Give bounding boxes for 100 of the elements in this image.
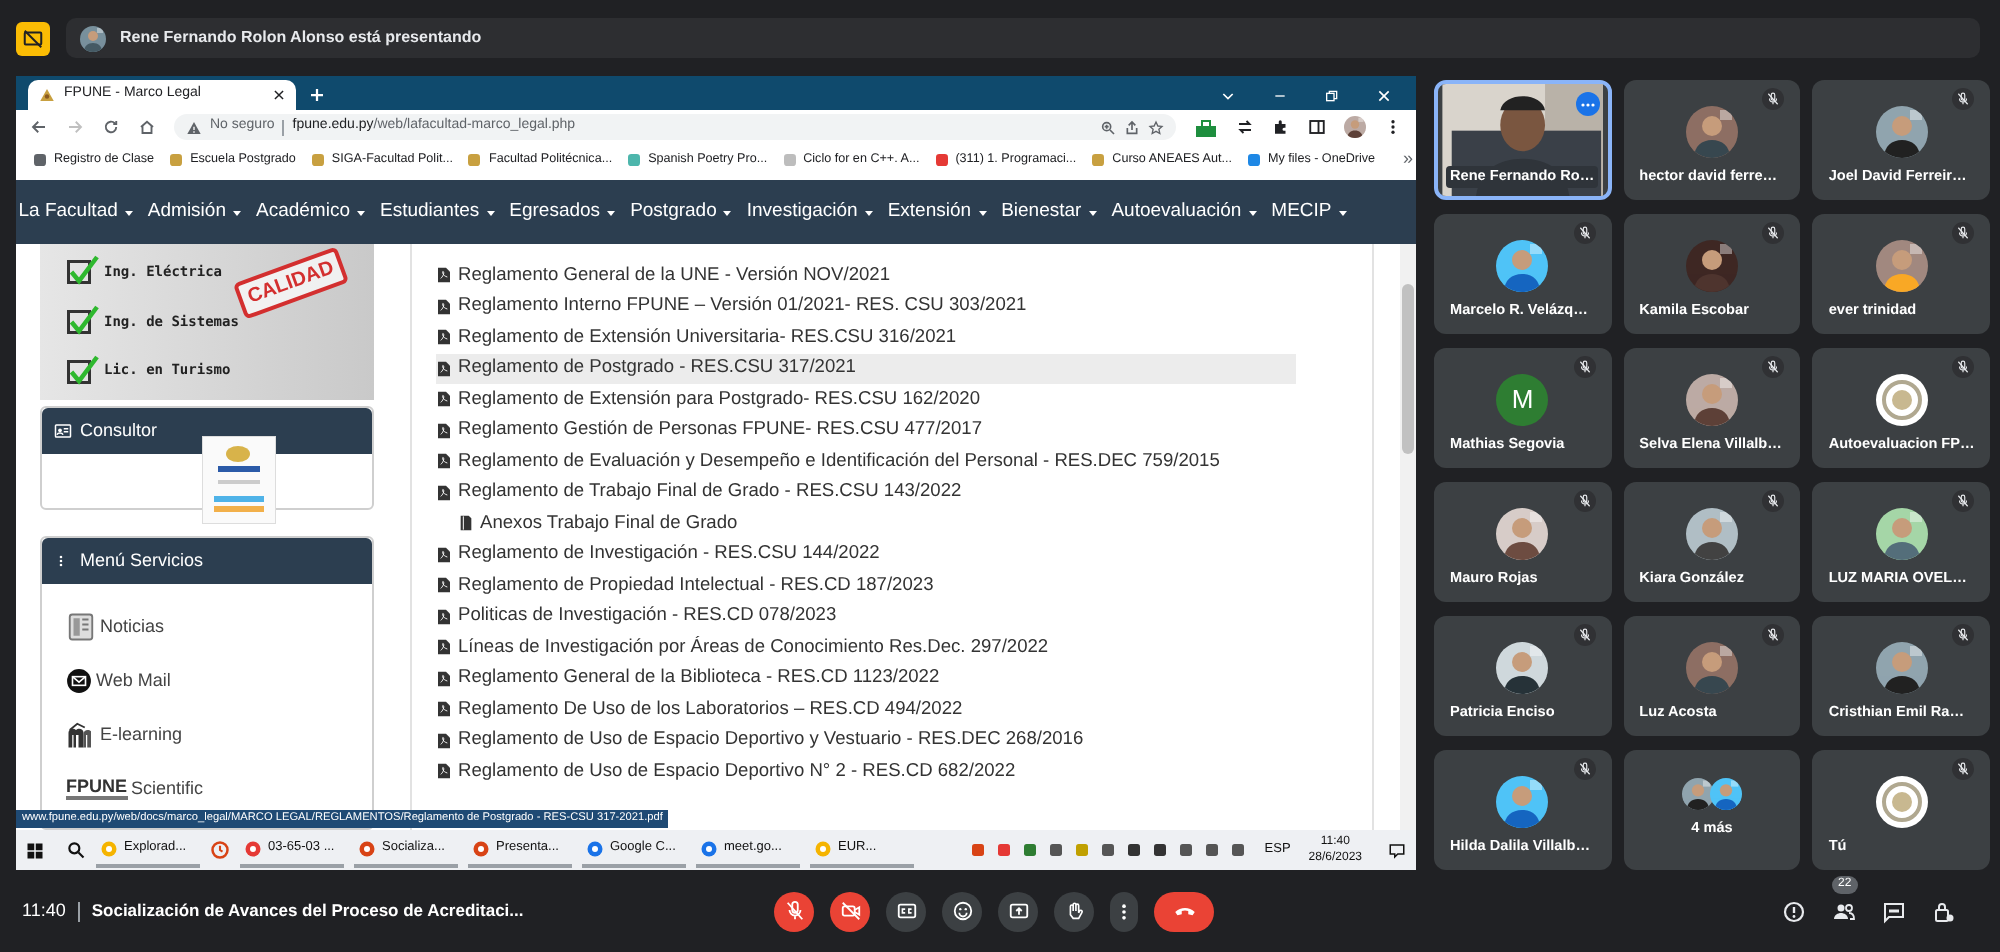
pdf-file-icon bbox=[436, 700, 452, 719]
nav-menu-item[interactable]: Académico bbox=[255, 197, 366, 227]
document-link[interactable]: Reglamento de Extensión Universitaria- RES.CSU 316/2021 bbox=[436, 322, 1296, 353]
nav-menu-item[interactable]: La Facultad bbox=[18, 197, 134, 227]
camera-button[interactable] bbox=[830, 891, 870, 931]
new-tab-icon[interactable] bbox=[308, 86, 326, 104]
document-link[interactable]: Líneas de Investigación por Áreas de Conocimiento Res.Dec. 297/2022 bbox=[436, 632, 1296, 663]
document-link[interactable]: Reglamento Interno FPUNE – Versión 01/2021- RES. CSU 303/2021 bbox=[436, 291, 1296, 322]
nav-menu-item[interactable]: Admisión bbox=[147, 197, 242, 227]
pdf-file-icon bbox=[436, 359, 452, 378]
service-link[interactable]: Web Mail bbox=[66, 664, 372, 698]
document-link[interactable]: Reglamento de Propiedad Intelectual - RES.CD 187/2023 bbox=[436, 570, 1296, 601]
scrollbar[interactable] bbox=[1400, 244, 1416, 830]
search-icon[interactable] bbox=[66, 840, 86, 860]
reload-icon[interactable] bbox=[102, 118, 120, 136]
side-panel-icon[interactable] bbox=[1308, 118, 1326, 136]
people-icon bbox=[1832, 899, 1856, 923]
camera-off-icon bbox=[839, 900, 861, 922]
meeting-time: 11:40 bbox=[22, 897, 66, 924]
document-link[interactable]: Reglamento de Extensión para Postgrado- RES.CSU 162/2020 bbox=[436, 384, 1296, 415]
document-link[interactable]: Reglamento Gestión de Personas FPUNE- RES.CSU 477/2017 bbox=[436, 415, 1296, 446]
nav-menu-item[interactable]: Postgrado bbox=[630, 197, 733, 227]
host-controls-button[interactable] bbox=[1930, 897, 1958, 925]
pdf-file-icon bbox=[436, 762, 452, 781]
pdf-file-icon bbox=[436, 328, 452, 347]
graduation-cap-icon bbox=[66, 720, 96, 750]
nav-menu-item[interactable]: Investigación bbox=[746, 197, 874, 227]
document-link[interactable]: Politicas de Investigación - RES.CD 078/2023 bbox=[436, 601, 1296, 632]
reactions-button[interactable] bbox=[942, 891, 982, 931]
emblem-icon bbox=[1875, 776, 1928, 828]
extensions-icon[interactable] bbox=[1272, 118, 1290, 136]
captions-button[interactable] bbox=[886, 891, 926, 931]
document-link[interactable]: Anexos Trabajo Final de Grado bbox=[436, 508, 1296, 539]
bookmarks-overflow[interactable]: » bbox=[1403, 146, 1416, 174]
more-icon bbox=[1579, 101, 1596, 107]
more-options-button[interactable] bbox=[1110, 891, 1138, 931]
service-link[interactable]: Noticias bbox=[66, 610, 372, 644]
avatar: M bbox=[1496, 374, 1549, 426]
favicon-icon bbox=[466, 152, 483, 168]
favicon-icon bbox=[1090, 152, 1107, 168]
nav-menu-item[interactable]: Bienestar bbox=[1001, 197, 1098, 227]
document-link[interactable]: Reglamento de Postgrado - RES.CSU 317/2021 bbox=[436, 353, 1296, 384]
document-link[interactable]: Reglamento de Evaluación y Desempeño e Identificación del Personal - RES.DEC 759/2015 bbox=[436, 446, 1296, 477]
file-icon bbox=[458, 514, 474, 533]
close-tab-icon[interactable] bbox=[272, 88, 286, 102]
service-link[interactable]: FPUNE Scientific bbox=[66, 772, 372, 806]
notification-icon[interactable] bbox=[1388, 841, 1406, 859]
pdf-file-icon bbox=[436, 576, 452, 595]
presenter-text: Rene Fernando Rolon Alonso está presentando bbox=[120, 26, 482, 50]
presentation-button[interactable] bbox=[16, 21, 50, 55]
info-button[interactable] bbox=[1780, 897, 1808, 925]
document-link[interactable]: Reglamento de Uso de Espacio Deportivo y Vestuario - RES.DEC 268/2016 bbox=[436, 725, 1296, 756]
share-icon[interactable] bbox=[1124, 119, 1140, 135]
restore-icon[interactable] bbox=[1324, 87, 1340, 103]
pdf-file-icon bbox=[436, 421, 452, 440]
pdf-file-icon bbox=[436, 638, 452, 657]
screen-share-off-icon bbox=[22, 27, 44, 49]
newspaper-icon bbox=[66, 612, 96, 642]
pdf-file-icon bbox=[436, 483, 452, 502]
document-link[interactable]: Reglamento de Investigación - RES.CSU 144/2022 bbox=[436, 539, 1296, 570]
zoom-icon[interactable] bbox=[1100, 119, 1116, 135]
favicon-icon bbox=[32, 152, 48, 168]
favicon-icon bbox=[781, 152, 798, 168]
microphone-button[interactable] bbox=[774, 891, 814, 931]
document-link[interactable]: Reglamento de Uso de Espacio Deportivo N° 2 - RES.CD 682/2022 bbox=[436, 756, 1296, 787]
nav-menu-item[interactable]: MECIP bbox=[1271, 197, 1348, 227]
close-icon[interactable] bbox=[1376, 87, 1392, 103]
pdf-file-icon bbox=[436, 731, 452, 750]
pdf-file-icon bbox=[436, 669, 452, 688]
leave-call-button[interactable] bbox=[1154, 891, 1214, 931]
swap-icon[interactable] bbox=[1236, 118, 1254, 136]
document-link[interactable]: Reglamento De Uso de los Laboratorios – RES.CD 494/2022 bbox=[436, 694, 1296, 725]
document-link[interactable]: Reglamento de Trabajo Final de Grado - RES.CSU 143/2022 bbox=[436, 477, 1296, 508]
nav-menu-item[interactable]: Estudiantes bbox=[379, 197, 496, 227]
star-icon[interactable] bbox=[1148, 119, 1164, 135]
nav-menu-item[interactable]: Extensión bbox=[887, 197, 988, 227]
favicon-icon bbox=[38, 86, 56, 104]
chat-button[interactable] bbox=[1880, 897, 1908, 925]
present-button[interactable] bbox=[998, 891, 1038, 931]
meeting-title: Socialización de Avances del Proceso de Acreditaci... bbox=[91, 898, 524, 924]
pdf-file-icon bbox=[436, 297, 452, 316]
app-icon bbox=[244, 839, 262, 857]
extension-icon[interactable] bbox=[1194, 117, 1218, 137]
id-card-icon bbox=[54, 422, 72, 440]
app-icon bbox=[586, 839, 604, 857]
nav-menu-item[interactable]: Autoevaluación bbox=[1111, 197, 1258, 227]
document-link[interactable]: Reglamento General de la UNE - Versión NOV/2021 bbox=[436, 260, 1296, 291]
nav-menu-item[interactable]: Egresados bbox=[509, 197, 617, 227]
app-icon[interactable] bbox=[210, 840, 230, 860]
checked-box-icon bbox=[64, 303, 100, 340]
app-icon bbox=[100, 839, 118, 857]
windows-logo-icon[interactable] bbox=[26, 841, 44, 859]
warning-icon bbox=[186, 119, 202, 135]
document-link[interactable]: Reglamento General de la Biblioteca - RES.CD 1123/2022 bbox=[436, 663, 1296, 694]
envelope-icon bbox=[66, 668, 92, 694]
service-link[interactable]: E-learning bbox=[66, 718, 372, 752]
raise-hand-button[interactable] bbox=[1054, 891, 1094, 931]
home-icon[interactable] bbox=[138, 118, 156, 136]
logo-text: FPUNE bbox=[66, 778, 128, 800]
back-icon[interactable] bbox=[30, 118, 48, 136]
